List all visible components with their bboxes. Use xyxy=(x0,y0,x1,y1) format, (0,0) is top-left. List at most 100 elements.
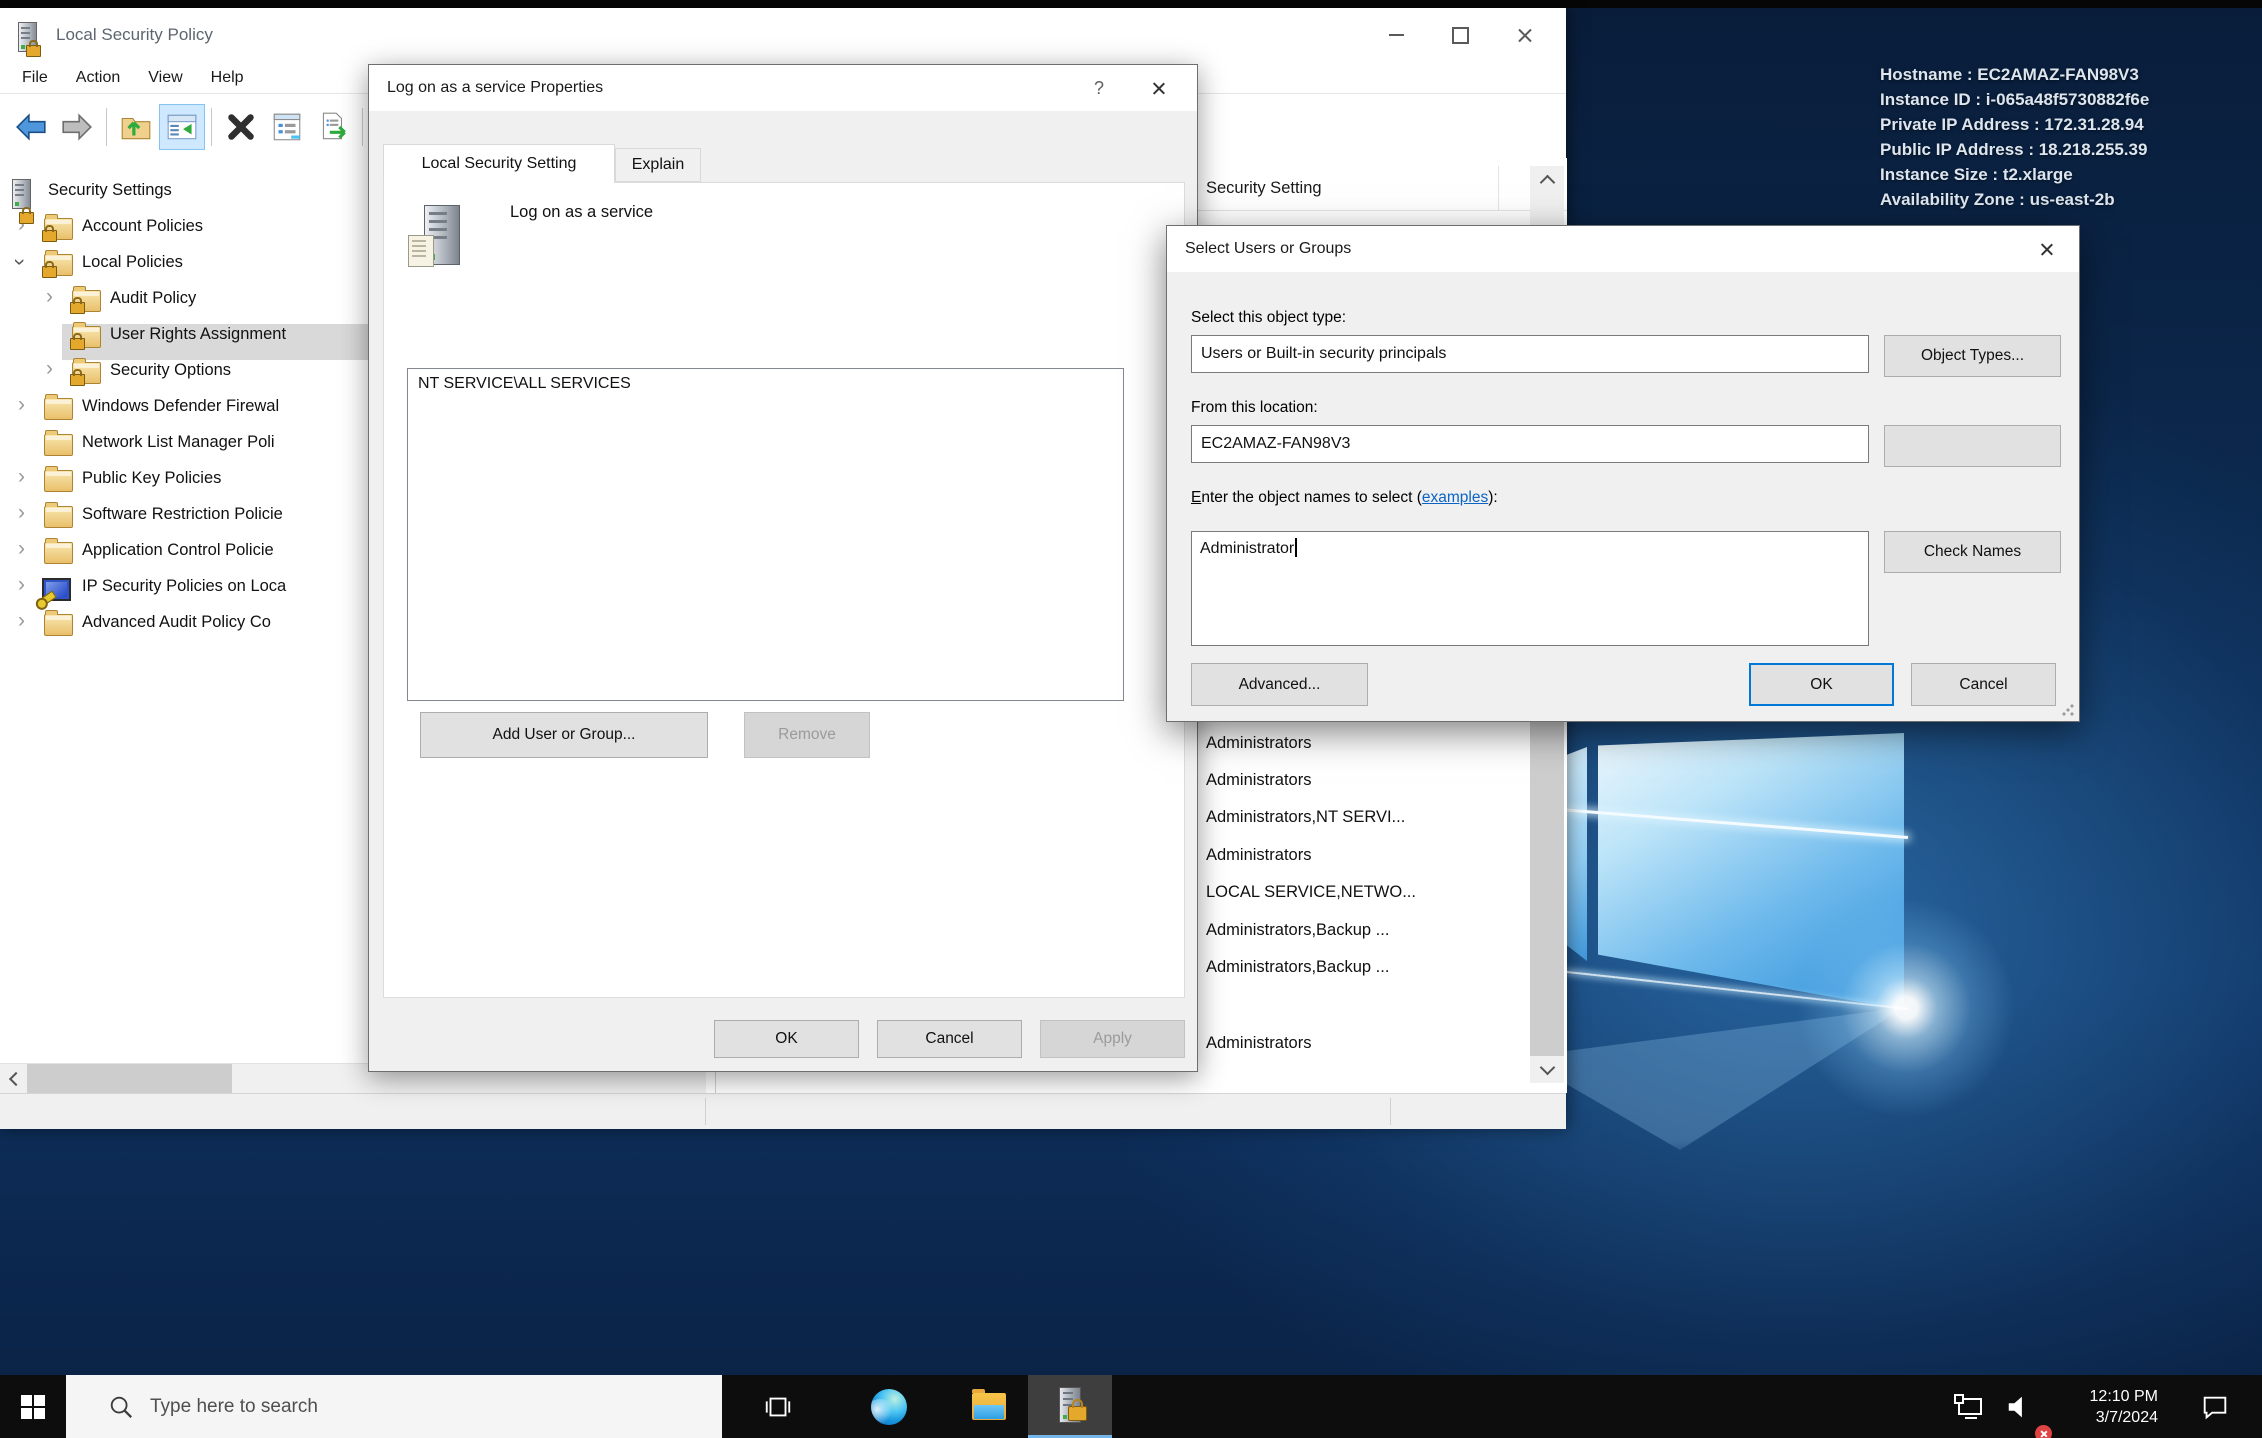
ok-button[interactable]: OK xyxy=(714,1020,859,1058)
console-tree-toggle-button[interactable] xyxy=(159,104,205,150)
taskbar-search-input[interactable]: Type here to search xyxy=(66,1375,722,1438)
scroll-left-arrow[interactable] xyxy=(0,1064,28,1094)
delete-x-icon xyxy=(224,110,258,144)
chevron-right-icon[interactable]: › xyxy=(18,388,25,422)
close-button[interactable] xyxy=(1492,8,1556,62)
menu-action[interactable]: Action xyxy=(62,62,134,94)
local-security-policy-taskbar-button[interactable] xyxy=(1028,1375,1112,1435)
maximize-icon xyxy=(1452,27,1469,44)
column-header-security-setting[interactable]: Security Setting xyxy=(1206,166,1322,210)
location-label: From this location: xyxy=(1191,399,1318,417)
dialog-title-bar[interactable]: Log on as a service Properties ? xyxy=(369,65,1197,111)
chevron-right-icon[interactable]: › xyxy=(18,532,25,566)
console-tree-icon xyxy=(165,110,199,144)
forward-arrow-icon xyxy=(60,110,94,144)
member-item[interactable]: NT SERVICE\ALL SERVICES xyxy=(418,375,1113,393)
locations-button[interactable] xyxy=(1884,425,2061,467)
add-user-or-group-button[interactable]: Add User or Group... xyxy=(420,712,708,758)
chevron-right-icon[interactable]: › xyxy=(18,460,25,494)
start-button[interactable] xyxy=(0,1375,66,1438)
speaker-muted-icon xyxy=(2005,1392,2035,1422)
chevron-right-icon[interactable]: › xyxy=(18,604,25,638)
scrollbar-thumb[interactable] xyxy=(27,1064,232,1094)
cancel-button[interactable]: Cancel xyxy=(877,1020,1022,1058)
up-level-button[interactable] xyxy=(113,104,159,150)
close-icon xyxy=(1516,27,1533,44)
chevron-right-icon[interactable]: › xyxy=(46,280,53,314)
export-list-icon xyxy=(316,110,350,144)
file-explorer-icon xyxy=(972,1393,1006,1420)
help-button[interactable]: ? xyxy=(1079,65,1119,111)
windows-logo-icon xyxy=(21,1395,45,1419)
chevron-right-icon[interactable]: › xyxy=(18,568,25,602)
delete-button[interactable] xyxy=(218,104,264,150)
wallpaper-glow xyxy=(1796,898,2016,1118)
object-names-input[interactable]: Administrator xyxy=(1191,531,1869,646)
chevron-down-icon[interactable]: › xyxy=(2,259,38,266)
remove-button[interactable]: Remove xyxy=(744,712,870,758)
text-caret xyxy=(1295,538,1297,557)
instance-info-overlay: Hostname : EC2AMAZ-FAN98V3 Instance ID :… xyxy=(1880,62,2149,212)
policy-name: Log on as a service xyxy=(510,203,653,222)
maximize-button[interactable] xyxy=(1428,8,1492,62)
scroll-up-arrow[interactable] xyxy=(1530,166,1564,194)
ok-button[interactable]: OK xyxy=(1749,663,1894,706)
advanced-button[interactable]: Advanced... xyxy=(1191,663,1368,706)
network-icon xyxy=(1953,1391,1985,1423)
menu-view[interactable]: View xyxy=(134,62,196,94)
title-bar[interactable]: Local Security Policy xyxy=(0,8,1566,62)
status-strip-divider xyxy=(705,1098,706,1125)
action-center-button[interactable] xyxy=(2185,1375,2245,1438)
chevron-right-icon[interactable]: › xyxy=(46,352,53,386)
network-tray-button[interactable] xyxy=(1945,1375,1993,1438)
location-field[interactable]: EC2AMAZ-FAN98V3 xyxy=(1191,425,1869,463)
export-list-button[interactable] xyxy=(310,104,356,150)
app-server-lock-icon xyxy=(18,21,37,57)
clock-date: 3/7/2024 xyxy=(2096,1407,2158,1428)
taskbar: Type here to search xyxy=(0,1375,2262,1438)
properties-icon xyxy=(270,110,304,144)
cancel-button[interactable]: Cancel xyxy=(1911,663,2056,706)
scroll-down-arrow[interactable] xyxy=(1530,1055,1564,1083)
back-button[interactable] xyxy=(8,104,54,150)
tab-local-security-setting[interactable]: Local Security Setting xyxy=(383,144,615,183)
tab-explain[interactable]: Explain xyxy=(615,148,701,182)
forward-button[interactable] xyxy=(54,104,100,150)
object-type-field[interactable]: Users or Built-in security principals xyxy=(1191,335,1869,373)
scrollbar-thumb[interactable] xyxy=(1530,708,1564,1056)
properties-button[interactable] xyxy=(264,104,310,150)
object-names-label: Enter the object names to select (exampl… xyxy=(1191,489,1498,507)
dialog-close-button[interactable] xyxy=(1133,65,1183,111)
screen: Hostname : EC2AMAZ-FAN98V3 Instance ID :… xyxy=(0,0,2262,1438)
policy-papers-icon xyxy=(408,235,434,267)
search-icon xyxy=(108,1394,134,1420)
clock-time: 12:10 PM xyxy=(2090,1386,2158,1407)
file-explorer-button[interactable] xyxy=(963,1375,1015,1438)
column-separator[interactable] xyxy=(1498,166,1499,210)
task-view-icon xyxy=(763,1392,793,1422)
resize-grip[interactable] xyxy=(2061,703,2075,717)
taskbar-clock[interactable]: 12:10 PM 3/7/2024 xyxy=(2040,1375,2162,1438)
menu-help[interactable]: Help xyxy=(197,62,258,94)
task-view-button[interactable] xyxy=(752,1375,804,1438)
dialog-title-bar[interactable]: Select Users or Groups xyxy=(1167,226,2079,272)
check-names-button[interactable]: Check Names xyxy=(1884,531,2061,573)
edge-browser-button[interactable] xyxy=(863,1375,915,1438)
info-instance-id: Instance ID : i-065a48f5730882f6e xyxy=(1880,87,2149,112)
close-icon xyxy=(1151,81,1166,96)
status-strip xyxy=(0,1093,1566,1129)
toolbar-separator xyxy=(106,108,107,146)
dialog-close-button[interactable] xyxy=(2021,226,2071,272)
chevron-right-icon[interactable]: › xyxy=(18,496,25,530)
apply-button[interactable]: Apply xyxy=(1040,1020,1185,1058)
examples-link[interactable]: examples xyxy=(1422,489,1488,506)
menu-file[interactable]: File xyxy=(8,62,62,94)
info-hostname: Hostname : EC2AMAZ-FAN98V3 xyxy=(1880,62,2149,87)
object-types-button[interactable]: Object Types... xyxy=(1884,335,2061,377)
volume-tray-button[interactable] xyxy=(1996,1375,2044,1438)
object-type-label: Select this object type: xyxy=(1191,309,1346,327)
minimize-button[interactable] xyxy=(1364,8,1428,62)
search-placeholder: Type here to search xyxy=(150,1396,318,1418)
members-list-box[interactable]: NT SERVICE\ALL SERVICES xyxy=(407,368,1124,701)
info-private-ip: Private IP Address : 172.31.28.94 xyxy=(1880,112,2149,137)
